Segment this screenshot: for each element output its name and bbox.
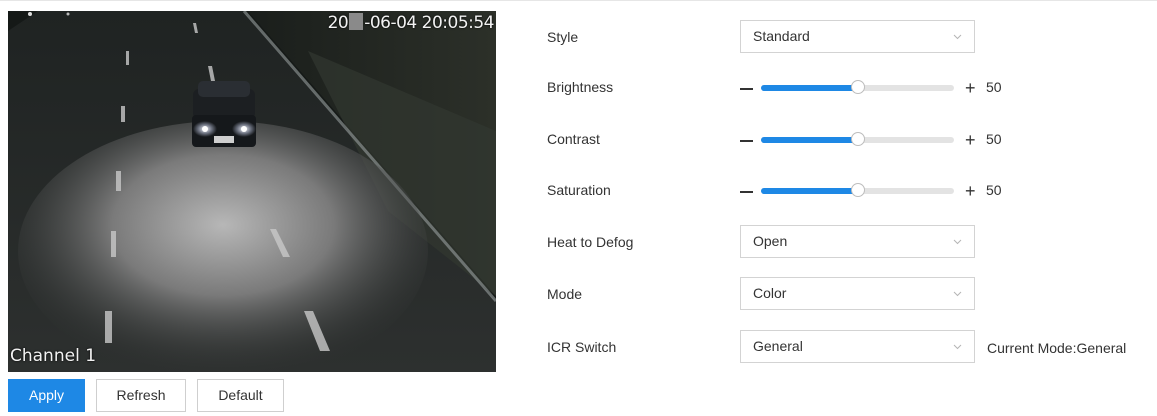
contrast-decrease-icon[interactable] — [740, 140, 753, 142]
style-value: Standard — [753, 28, 810, 44]
heat-to-defog-value: Open — [753, 233, 788, 249]
mode-label: Mode — [547, 286, 583, 302]
contrast-track[interactable] — [761, 132, 954, 146]
contrast-label: Contrast — [547, 131, 600, 147]
saturation-fill — [761, 188, 858, 194]
saturation-label: Saturation — [547, 182, 611, 198]
contrast-increase-icon[interactable]: + — [965, 131, 976, 149]
brightness-slider[interactable]: + 50 — [740, 78, 1040, 98]
contrast-slider[interactable]: + 50 — [740, 130, 1040, 150]
heat-to-defog-label: Heat to Defog — [547, 234, 634, 250]
brightness-value: 50 — [986, 79, 1002, 95]
timestamp-prefix: 20 — [327, 13, 349, 33]
saturation-handle[interactable] — [850, 183, 865, 197]
video-preview: 20 -06-04 20:05:54 Channel 1 — [8, 11, 496, 372]
chevron-down-icon — [953, 34, 962, 40]
current-mode-status: Current Mode:General — [987, 340, 1127, 356]
mode-value: Color — [753, 285, 787, 301]
brightness-handle[interactable] — [850, 80, 865, 94]
brightness-decrease-icon[interactable] — [740, 88, 753, 90]
channel-label: Channel 1 — [10, 346, 97, 366]
privacy-mask — [349, 13, 364, 30]
car — [192, 81, 256, 147]
icr-switch-label: ICR Switch — [547, 339, 617, 355]
icr-switch-select[interactable]: General — [740, 330, 975, 363]
style-label: Style — [547, 29, 579, 45]
contrast-fill — [761, 137, 858, 143]
contrast-handle[interactable] — [850, 132, 865, 146]
heat-to-defog-select[interactable]: Open — [740, 225, 975, 258]
saturation-increase-icon[interactable]: + — [965, 182, 976, 200]
video-timestamp: 20 -06-04 20:05:54 — [328, 13, 494, 33]
brightness-label: Brightness — [547, 79, 614, 95]
chevron-down-icon — [953, 239, 962, 245]
image-settings-panel: 20 -06-04 20:05:54 Channel 1 Apply Refres… — [0, 0, 1157, 416]
saturation-slider[interactable]: + 50 — [740, 181, 1040, 201]
refresh-button[interactable]: Refresh — [96, 379, 186, 412]
brightness-fill — [761, 85, 858, 91]
night-road-scene — [8, 11, 496, 372]
timestamp-suffix: -06-04 20:05:54 — [364, 13, 494, 33]
chevron-down-icon — [953, 291, 962, 297]
mode-select[interactable]: Color — [740, 277, 975, 310]
apply-button[interactable]: Apply — [8, 379, 85, 412]
saturation-track[interactable] — [761, 183, 954, 197]
saturation-decrease-icon[interactable] — [740, 191, 753, 193]
brightness-increase-icon[interactable]: + — [965, 79, 976, 97]
saturation-value: 50 — [986, 182, 1002, 198]
contrast-value: 50 — [986, 131, 1002, 147]
chevron-down-icon — [953, 344, 962, 350]
default-button[interactable]: Default — [197, 379, 284, 412]
brightness-track[interactable] — [761, 80, 954, 94]
icr-switch-value: General — [753, 338, 803, 354]
style-select[interactable]: Standard — [740, 20, 975, 53]
